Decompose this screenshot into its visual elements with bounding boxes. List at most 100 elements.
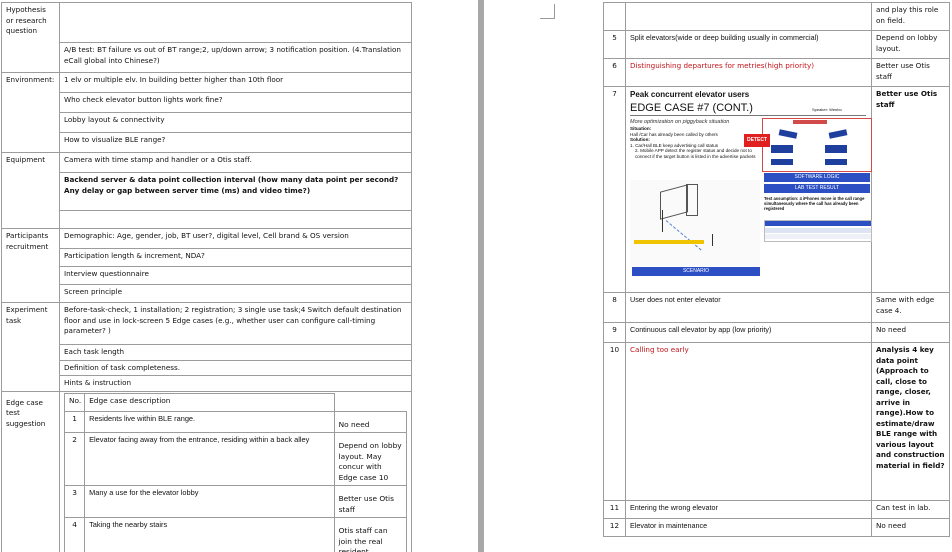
lab-result-header [765, 221, 871, 226]
flow-process-node [825, 159, 847, 165]
edge-case-row: 1 Residents live within BLE range. No need [63, 410, 408, 433]
logic-flow-diagram [762, 118, 872, 172]
table-row: Lobby layout & connectivity [2, 112, 412, 133]
edge-case-number: 9 [603, 322, 626, 343]
crop-mark [540, 4, 555, 19]
table-row: 12 Elevator in maintenance No need [603, 518, 950, 537]
row-content: Backend server & data point collection i… [59, 172, 412, 211]
row-content [59, 2, 412, 43]
edge-case-number: 7 [603, 86, 626, 293]
edge-case-note: No need [871, 322, 950, 343]
solution-step-2: 2. Mobile APP detect the register status… [635, 148, 756, 159]
edge-case-description: User does not enter elevator [625, 292, 872, 323]
edge-case-note: No need [871, 518, 950, 537]
edge-case-note: Same with edge case 4. [871, 292, 950, 323]
flow-start-node [793, 120, 827, 124]
table-row: Hypothesis or research question [1, 2, 412, 73]
scenario-illustration [630, 180, 760, 266]
edge-case-description-cell: Peak concurrent elevator users EDGE CASE… [625, 86, 872, 293]
ble-signal-line [665, 220, 702, 251]
flow-process-node [771, 159, 793, 165]
row-content: A/B test: BT failure vs out of BT range;… [59, 42, 412, 73]
edge-case-note: No need [333, 410, 408, 433]
column-header-note [333, 392, 408, 412]
edge-case-description: Residents live within BLE range. [84, 410, 335, 433]
edge-case-number: 6 [603, 58, 626, 87]
flow-decision-node [828, 129, 848, 139]
page-gutter [413, 0, 540, 552]
table-row: Equipment Camera with time stamp and hand… [1, 152, 412, 229]
row-label: Edge case test suggestion [1, 390, 60, 552]
table-row [2, 210, 412, 229]
edge-case-number: 1 [63, 410, 86, 433]
row-content: Camera with time stamp and handler or a … [59, 152, 412, 173]
scroll-divider[interactable] [478, 0, 484, 552]
research-plan-table: Hypothesis or research question A/B test:… [1, 2, 412, 552]
table-row: Each task length [2, 344, 412, 361]
edge-case-number: 10 [603, 342, 626, 501]
column-header-no: No. [63, 392, 86, 412]
edge-case-description: Taking the nearby stairs [84, 517, 335, 552]
row-content: Participation length & increment, NDA? [59, 248, 412, 267]
flow-process-node [825, 145, 847, 153]
table-row: Hints & instruction [2, 375, 412, 392]
table-row: 6 Distinguishing departures for metries(… [603, 58, 950, 87]
table-row: Screen principle [2, 284, 412, 303]
edge-case-table-continued: and play this role on field. 5 Split ele… [603, 2, 950, 537]
edge-case-row: 4 Taking the nearby stairs Otis staff can … [63, 517, 408, 552]
row-content: Hints & instruction [59, 375, 412, 392]
row-content: Definition of task completeness. [59, 359, 412, 376]
elevator-door-icon [686, 184, 698, 216]
scenario-floor [634, 240, 704, 244]
row-content: Screen principle [59, 284, 412, 303]
table-row: 11 Entering the wrong elevator Can test … [603, 500, 950, 519]
detect-badge: DETECT [744, 134, 770, 147]
table-row: Experiment task Before-task-check, 1 inst… [1, 302, 412, 392]
row-content: Lobby layout & connectivity [59, 112, 412, 133]
edge-case-description: Split elevators(wide or deep building us… [625, 30, 872, 59]
edge-case-description: Elevator facing away from the entrance, … [84, 432, 335, 486]
edge-case-note: Analysis 4 key data point (Approach to c… [871, 342, 950, 501]
row-label: Hypothesis or research question [1, 2, 60, 73]
document-page-left: Hypothesis or research question A/B test:… [0, 0, 414, 552]
flow-decision-node [778, 129, 798, 139]
edge-case-description: Elevator in maintenance [625, 518, 872, 537]
lab-test-result-banner: LAB TEST RESULT [764, 184, 870, 193]
edge-case-number: 8 [603, 292, 626, 323]
column-header-description: Edge case description [84, 392, 335, 412]
edge-case-description [625, 2, 872, 31]
edge-case-description: Entering the wrong elevator [625, 500, 872, 519]
edge-case-number: 11 [603, 500, 626, 519]
row-content: 1 elv or multiple elv. In building bette… [59, 72, 412, 93]
table-row: 10 Calling too early Analysis 4 key data… [603, 342, 950, 501]
edge-case-note: and play this role on field. [871, 2, 950, 31]
row-content: Before-task-check, 1 installation; 2 reg… [59, 302, 412, 345]
edge-case-row: 3 Many a use for the elevator lobby Better… [63, 485, 408, 518]
edge-case-note: Can test in lab. [871, 500, 950, 519]
row-content: Who check elevator button lights work fi… [59, 92, 412, 113]
table-row: 5 Split elevators(wide or deep building … [603, 30, 950, 59]
flow-process-node [771, 145, 793, 153]
row-content: Each task length [59, 344, 412, 361]
edge-case-number [603, 2, 626, 31]
table-row: Participation length & increment, NDA? [2, 248, 412, 267]
lab-result-row [765, 228, 871, 233]
edge-case-note: Better use Otis staff [333, 485, 408, 518]
table-row: 8 User does not enter elevator Same with… [603, 292, 950, 323]
edge-case-note: Otis staff can join the real resident [333, 517, 408, 552]
row-label: Experiment task [1, 302, 60, 392]
row-content: Interview questionnaire [59, 266, 412, 285]
edge-case-number: 4 [63, 517, 86, 552]
edge-case-description: Distinguishing departures for metries(hi… [625, 58, 872, 87]
lab-result-row [765, 234, 871, 239]
lab-result-table [764, 220, 872, 242]
edge-case-note: Depend on lobby layout. [871, 30, 950, 59]
table-row: Environment: 1 elv or multiple elv. In bu… [1, 72, 412, 153]
table-row: 9 Continuous call elevator by app (low p… [603, 322, 950, 343]
table-row: Backend server & data point collection i… [2, 172, 412, 211]
table-row: Edge case test suggestion No. Edge case de… [1, 390, 412, 552]
table-row: and play this role on field. [603, 2, 950, 31]
table-row: A/B test: BT failure vs out of BT range;… [2, 42, 412, 73]
document-page-right: and play this role on field. 5 Split ele… [540, 0, 952, 552]
edge-case-description: Peak concurrent elevator users [630, 90, 750, 99]
